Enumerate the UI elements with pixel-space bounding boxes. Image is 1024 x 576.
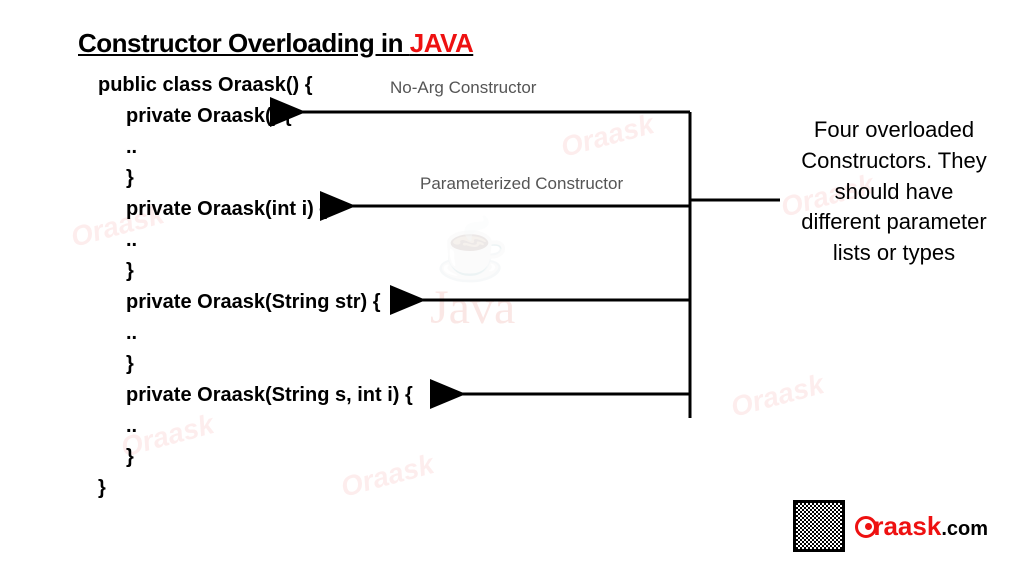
code-line: .. bbox=[98, 132, 413, 163]
code-line-constructor-string-int: private Oraask(String s, int i) { bbox=[98, 380, 413, 411]
brand-icon bbox=[855, 516, 877, 538]
code-line: public class Oraask() { bbox=[98, 74, 313, 96]
code-line-constructor-noarg: private Oraask() { bbox=[98, 101, 413, 132]
page-title: Constructor Overloading in JAVA bbox=[78, 28, 473, 59]
watermark: Oraask bbox=[557, 108, 657, 163]
code-line: } bbox=[98, 442, 413, 473]
watermark: Oraask bbox=[727, 368, 827, 423]
label-noarg: No-Arg Constructor bbox=[390, 78, 536, 98]
code-line: .. bbox=[98, 318, 413, 349]
code-block: public class Oraask() { private Oraask()… bbox=[98, 70, 413, 504]
code-line-constructor-int: private Oraask(int i) { bbox=[98, 194, 413, 225]
code-line: } bbox=[98, 163, 413, 194]
qr-code-icon bbox=[793, 500, 845, 552]
code-line: .. bbox=[98, 411, 413, 442]
brand-name: raask bbox=[873, 511, 941, 541]
java-logo-watermark: ☕ Java bbox=[430, 220, 515, 335]
title-accent: JAVA bbox=[410, 28, 474, 58]
title-text: Constructor Overloading in bbox=[78, 28, 410, 58]
brand-logo: raask.com bbox=[855, 511, 988, 542]
code-line: .. bbox=[98, 225, 413, 256]
explanation-text: Four overloaded Constructors. They shoul… bbox=[794, 115, 994, 269]
footer: raask.com bbox=[793, 500, 988, 552]
code-line: } bbox=[98, 349, 413, 380]
code-line-constructor-string: private Oraask(String str) { bbox=[98, 287, 413, 318]
label-param: Parameterized Constructor bbox=[420, 174, 623, 194]
code-line: } bbox=[98, 477, 106, 499]
code-line: } bbox=[98, 256, 413, 287]
brand-suffix: .com bbox=[941, 518, 988, 540]
